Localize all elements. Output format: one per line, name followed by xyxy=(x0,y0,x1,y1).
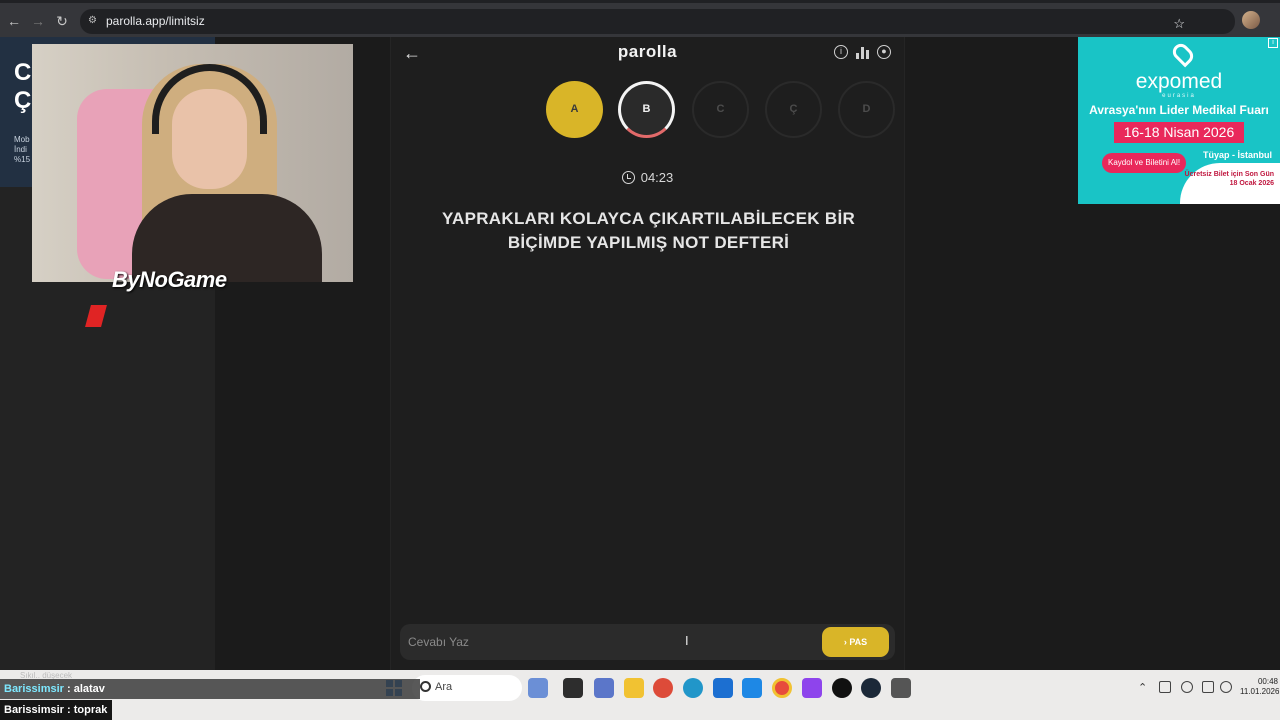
taskbar-search[interactable]: Ara xyxy=(412,675,522,701)
profile-icon[interactable]: ● xyxy=(877,45,891,59)
ad-dates: 16-18 Nisan 2026 xyxy=(1114,122,1244,143)
back-icon[interactable]: ← xyxy=(4,11,24,31)
bookmark-app-icon[interactable] xyxy=(802,678,822,698)
expomed-logo-icon xyxy=(1169,40,1197,68)
reload-icon[interactable]: ↻ xyxy=(52,11,72,31)
timer: 04:23 xyxy=(391,170,904,185)
file-explorer-icon[interactable] xyxy=(624,678,644,698)
ad-brand-sub: eurasia xyxy=(1162,93,1196,99)
edge-icon[interactable] xyxy=(683,678,703,698)
text-cursor-icon: I xyxy=(685,633,689,648)
browser-toolbar: ← → ↻ ⚙ parolla.app/limitsiz ☆ xyxy=(0,0,1280,37)
network-icon[interactable] xyxy=(1202,681,1214,693)
forward-icon[interactable]: → xyxy=(28,11,48,31)
clock-date: 11.01.2026 xyxy=(1240,687,1280,696)
tray-chevron-icon[interactable]: ⌃ xyxy=(1138,681,1147,694)
letter-b: B xyxy=(618,81,675,138)
task-view-icon[interactable] xyxy=(563,678,583,698)
microphone-icon[interactable] xyxy=(1181,681,1193,693)
chat-message: Barissimsir : toprak xyxy=(0,700,112,720)
answer-input[interactable] xyxy=(408,633,808,651)
url-text[interactable]: parolla.app/limitsiz xyxy=(106,14,205,28)
letter-c-cedilla: Ç xyxy=(765,81,822,138)
store-icon[interactable] xyxy=(713,678,733,698)
volume-icon[interactable] xyxy=(1220,681,1232,693)
ad-tagline: Avrasya'nın Lider Medikal Fuarı xyxy=(1089,103,1269,117)
letter-d: D xyxy=(838,81,895,138)
left-ad-text: Mob İndi %15 xyxy=(14,135,31,164)
chat-text: toprak xyxy=(73,704,108,716)
timer-value: 04:23 xyxy=(640,170,674,185)
streamer-webcam xyxy=(32,44,353,282)
taskbar-search-placeholder: Ara xyxy=(435,681,453,693)
chat-message: Barissimsir : alatav xyxy=(0,679,420,699)
stream-chat-overlay: Sıkıl.. düşecek Barissimsir : alatav Bar… xyxy=(0,671,420,720)
stats-icon[interactable] xyxy=(856,45,870,59)
answer-bar: I › PAS xyxy=(400,624,895,660)
mail-icon[interactable] xyxy=(742,678,762,698)
chat-username: Barissimsir xyxy=(4,704,64,716)
bookmark-star-icon[interactable]: ☆ xyxy=(1173,16,1185,32)
system-clock[interactable]: 00:48 11.01.2026 xyxy=(1240,677,1280,697)
widgets-icon[interactable] xyxy=(528,678,548,698)
chrome-active-icon[interactable] xyxy=(772,678,792,698)
copilot-icon[interactable] xyxy=(594,678,614,698)
site-info-icon[interactable]: ⚙ xyxy=(88,15,100,27)
ad-venue: Tüyap - İstanbul xyxy=(1202,150,1272,160)
pass-button[interactable]: › PAS xyxy=(822,627,889,657)
clock-icon xyxy=(621,171,635,184)
ad-cta-button[interactable]: Kaydol ve Biletini Al! xyxy=(1102,153,1187,173)
openai-icon[interactable] xyxy=(832,678,852,698)
steam-icon[interactable] xyxy=(861,678,881,698)
chat-text: alatav xyxy=(73,683,105,695)
parolla-app: ← parolla i ● A B C Ç D 04:23 YAPRAKLARI… xyxy=(390,37,905,670)
chat-username: Barissimsir xyxy=(4,683,64,695)
game-app-icon[interactable] xyxy=(891,678,911,698)
letter-c: C xyxy=(692,81,749,138)
profile-avatar[interactable] xyxy=(1242,11,1260,29)
bynogame-overlay: ByNoGame xyxy=(112,267,227,292)
clock-time: 00:48 xyxy=(1257,677,1278,686)
app-logo[interactable]: parolla xyxy=(391,42,904,62)
ad-info-icon[interactable]: i xyxy=(1268,38,1278,48)
letter-a: A xyxy=(546,81,603,138)
page-content: C Ç Mob İndi %15 ByNoGame ← parolla i ● … xyxy=(0,37,1280,670)
left-ad-headline: C Ç xyxy=(14,59,32,114)
ad-footnote: Ücretsiz Bilet için Son Gün 18 Ocak 2026 xyxy=(1184,171,1274,187)
right-advertisement[interactable]: i expomed eurasia Avrasya'nın Lider Medi… xyxy=(1078,37,1280,204)
cloud-offline-icon[interactable] xyxy=(1159,681,1171,693)
ad-brand: expomed xyxy=(1135,70,1223,93)
address-bar[interactable]: ⚙ parolla.app/limitsiz ☆ xyxy=(80,9,1235,34)
question-text: YAPRAKLARI KOLAYCA ÇIKARTILABİLECEK BİR … xyxy=(441,209,856,252)
pass-label: PAS xyxy=(849,637,868,647)
search-icon xyxy=(420,681,431,692)
info-icon[interactable]: i xyxy=(834,45,848,59)
chrome-icon[interactable] xyxy=(653,678,673,698)
